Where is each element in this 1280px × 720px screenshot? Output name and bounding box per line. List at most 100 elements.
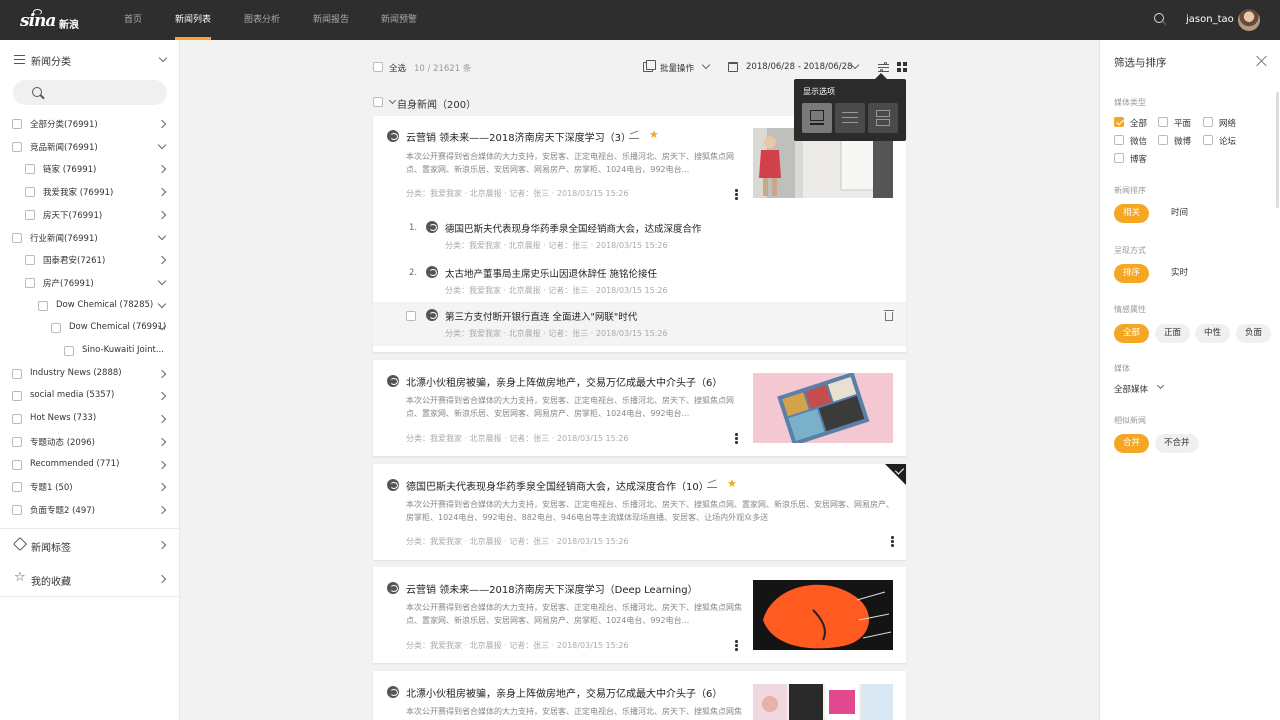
news-card[interactable]: 北漂小伙租房被骗，亲身上阵做房地产，交易万亿成最大中介头子（6） 本次公开赛得到… — [373, 360, 906, 456]
display-realtime-pill[interactable]: 实时 — [1162, 264, 1197, 283]
tree-item[interactable]: 链家 (76991) — [0, 160, 170, 178]
chevron-right-icon[interactable] — [157, 210, 167, 220]
sidebar-item-favorites[interactable]: ☆ 我的收藏 — [0, 567, 180, 591]
tree-checkbox[interactable] — [12, 460, 22, 470]
chevron-right-icon[interactable] — [157, 255, 167, 265]
news-title[interactable]: 德国巴斯夫代表现身华药季泉全国经销商大会，达成深度合作（10） — [406, 478, 709, 493]
tree-checkbox[interactable] — [12, 414, 22, 424]
section-header[interactable]: 自身新闻（200） — [373, 95, 773, 111]
nav-news-alert[interactable]: 新闻预警 — [381, 0, 417, 40]
tree-item[interactable]: Recommended (771) — [0, 456, 170, 474]
news-card[interactable]: 云营销 领未来——2018济南房天下深度学习（Deep Learning） 本次… — [373, 567, 906, 663]
news-thumbnail[interactable] — [753, 684, 893, 720]
similar-no-merge-pill[interactable]: 不合并 — [1155, 434, 1199, 453]
sentiment-negative-pill[interactable]: 负面 — [1236, 324, 1272, 343]
trend-icon[interactable] — [629, 131, 639, 139]
star-icon[interactable]: ★ — [727, 477, 737, 490]
checkbox[interactable] — [373, 62, 383, 72]
section-checkbox[interactable] — [373, 97, 383, 107]
tree-item[interactable]: 全部分类(76991) — [0, 115, 170, 133]
related-news-title[interactable]: 太古地产董事局主席史乐山因退休辞任 施铭伦接任 — [445, 266, 657, 280]
chevron-right-icon[interactable] — [157, 391, 167, 401]
tree-item[interactable]: Industry News (2888) — [0, 365, 170, 383]
display-sorted-pill[interactable]: 排序 — [1114, 264, 1150, 283]
tree-item[interactable]: 负面专题2 (497) — [0, 501, 170, 519]
news-title[interactable]: 云营销 领未来——2018济南房天下深度学习（Deep Learning） — [406, 581, 698, 596]
sentiment-all-pill[interactable]: 全部 — [1114, 324, 1150, 343]
tree-checkbox[interactable] — [51, 323, 61, 333]
trash-icon[interactable] — [884, 310, 894, 321]
related-news-item[interactable]: 1. 德国巴斯夫代表现身华药季泉全国经销商大会，达成深度合作 分类：我爱我家 ·… — [373, 214, 906, 258]
sort-time-pill[interactable]: 时间 — [1162, 204, 1197, 223]
tree-checkbox[interactable] — [12, 482, 22, 492]
media-select[interactable]: 全部媒体 — [1114, 381, 1174, 395]
star-icon[interactable]: ★ — [649, 128, 659, 141]
chevron-down-icon[interactable] — [388, 96, 397, 105]
sidebar-search-input[interactable] — [13, 80, 167, 105]
tree-checkbox[interactable] — [64, 346, 74, 356]
nav-home[interactable]: 首页 — [124, 0, 142, 40]
sort-relevance-pill[interactable]: 相关 — [1114, 204, 1150, 223]
tree-checkbox[interactable] — [12, 391, 22, 401]
grid-view-icon[interactable] — [897, 62, 907, 72]
chevron-right-icon[interactable] — [157, 505, 167, 515]
nav-news-list[interactable]: 新闻列表 — [175, 0, 211, 40]
tree-item[interactable]: Sino-Kuwaiti Joint... — [0, 342, 170, 360]
item-checkbox[interactable] — [406, 311, 416, 321]
tree-item[interactable]: social media (5357) — [0, 387, 170, 405]
related-news-item-hover[interactable]: 第三方支付断开银行直连 全面进入"网联"时代 分类：我爱我家 · 北京晨报 · … — [373, 302, 906, 346]
chevron-down-icon[interactable] — [157, 299, 167, 309]
search-icon[interactable] — [1153, 13, 1167, 27]
related-news-item[interactable]: 2. 太古地产董事局主席史乐山因退休辞任 施铭伦接任 分类：我爱我家 · 北京晨… — [373, 259, 906, 303]
chevron-right-icon[interactable] — [157, 369, 167, 379]
tree-checkbox[interactable] — [12, 505, 22, 515]
selected-check-icon[interactable] — [885, 464, 906, 485]
panel-scrollbar[interactable] — [1276, 92, 1279, 208]
tree-checkbox[interactable] — [12, 142, 22, 152]
tree-checkbox[interactable] — [12, 233, 22, 243]
news-thumbnail[interactable] — [753, 373, 893, 443]
username[interactable]: jason_tao — [1186, 14, 1234, 25]
news-title[interactable]: 北漂小伙租房被骗，亲身上阵做房地产，交易万亿成最大中介头子（6） — [406, 374, 722, 389]
more-options-icon[interactable] — [891, 536, 894, 547]
tree-checkbox[interactable] — [12, 119, 22, 129]
news-card[interactable]: 云营销 领未来——2018济南房天下深度学习（3） ★ 本次公开赛得到省合媒体的… — [373, 116, 906, 352]
chevron-down-icon[interactable] — [157, 140, 167, 150]
close-icon[interactable] — [1256, 55, 1268, 67]
sidebar-header[interactable]: 新闻分类 — [0, 48, 180, 72]
news-title[interactable]: 云营销 领未来——2018济南房天下深度学习（3） — [406, 129, 631, 144]
tree-item[interactable]: Hot News (733) — [0, 410, 170, 428]
chevron-right-icon[interactable] — [157, 187, 167, 197]
tree-item[interactable]: 专题动态 (2096) — [0, 433, 170, 451]
chevron-right-icon[interactable] — [157, 164, 167, 174]
tree-item[interactable]: 竞品新闻(76991) — [0, 138, 170, 156]
tree-item[interactable]: 房天下(76991) — [0, 206, 170, 224]
tree-checkbox[interactable] — [25, 278, 35, 288]
related-news-title[interactable]: 第三方支付断开银行直连 全面进入"网联"时代 — [445, 309, 637, 323]
chevron-right-icon[interactable] — [157, 119, 167, 129]
tree-checkbox[interactable] — [25, 255, 35, 265]
view-list-button[interactable] — [835, 103, 865, 133]
news-card[interactable]: 北漂小伙租房被骗，亲身上阵做房地产，交易万亿成最大中介头子（6） 本次公开赛得到… — [373, 671, 906, 720]
more-options-icon[interactable] — [735, 433, 738, 444]
tree-checkbox[interactable] — [38, 301, 48, 311]
sentiment-neutral-pill[interactable]: 中性 — [1195, 324, 1231, 343]
related-news-title[interactable]: 德国巴斯夫代表现身华药季泉全国经销商大会，达成深度合作 — [445, 221, 702, 235]
tree-item[interactable]: 房产(76991) — [0, 274, 170, 292]
avatar[interactable] — [1238, 9, 1260, 31]
news-title[interactable]: 北漂小伙租房被骗，亲身上阵做房地产，交易万亿成最大中介头子（6） — [406, 685, 722, 700]
news-thumbnail[interactable] — [753, 580, 893, 650]
more-options-icon[interactable] — [735, 189, 738, 200]
more-options-icon[interactable] — [735, 640, 738, 651]
sentiment-positive-pill[interactable]: 正面 — [1155, 324, 1191, 343]
tree-item[interactable]: 专题1 (50) — [0, 478, 170, 496]
tree-checkbox[interactable] — [25, 187, 35, 197]
chevron-right-icon[interactable] — [157, 482, 167, 492]
view-card-button[interactable] — [802, 103, 832, 133]
settings-sliders-icon[interactable] — [878, 62, 889, 73]
tree-checkbox[interactable] — [12, 369, 22, 379]
tree-checkbox[interactable] — [12, 437, 22, 447]
chevron-down-icon[interactable] — [157, 276, 167, 286]
sina-logo[interactable]: sina 新浪 — [20, 9, 82, 31]
tree-checkbox[interactable] — [25, 164, 35, 174]
